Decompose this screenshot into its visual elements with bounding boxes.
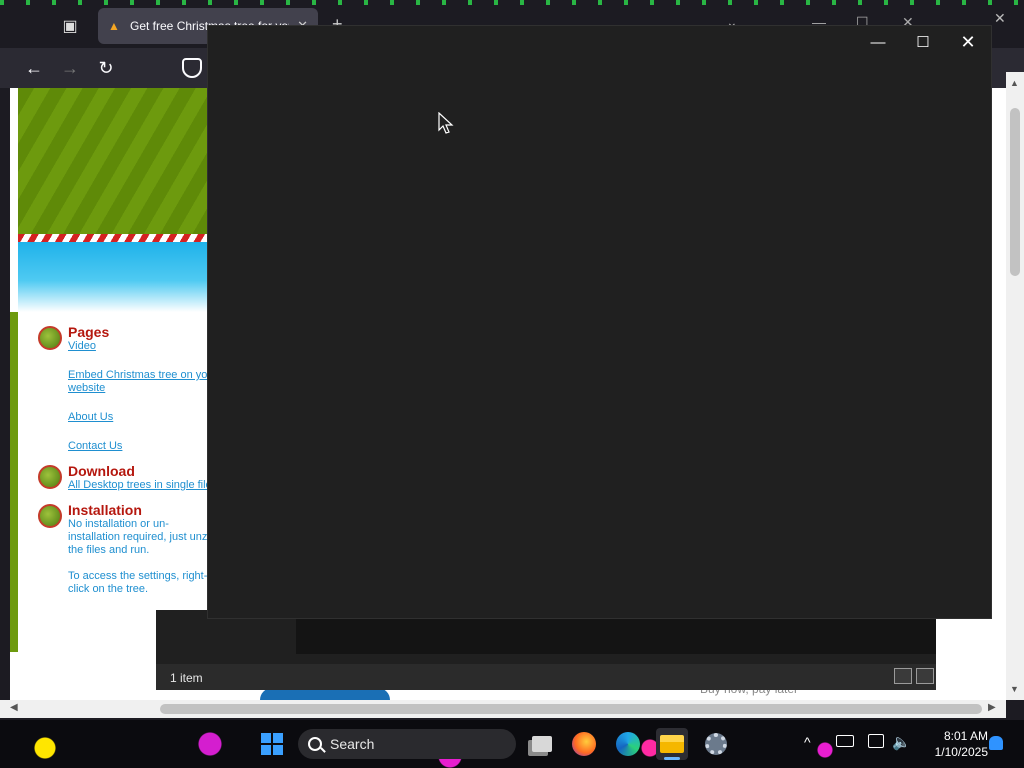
close-icon[interactable]: ✕ — [948, 30, 988, 54]
network-icon[interactable] — [868, 734, 884, 748]
reload-icon[interactable]: ↻ — [94, 56, 118, 80]
show-hidden-icons-chevron-icon[interactable]: ^ — [804, 734, 811, 750]
scroll-left-icon[interactable]: ◀ — [10, 702, 18, 713]
tab-manager-icon[interactable]: ▣ — [56, 14, 84, 38]
gear-icon — [705, 733, 727, 755]
edge-taskbar-button[interactable] — [612, 728, 644, 760]
green-side-border — [10, 312, 18, 652]
file-explorer-taskbar-button[interactable] — [656, 728, 688, 760]
firefox-taskbar-button[interactable] — [568, 728, 600, 760]
clock-time: 8:01 AM — [943, 729, 988, 743]
pages-heading: Pages — [68, 324, 110, 340]
scroll-down-icon[interactable]: ▼ — [1010, 684, 1019, 694]
back-arrow-icon[interactable]: ← — [22, 56, 46, 80]
folder-icon — [660, 735, 684, 753]
ornament-icon — [38, 326, 62, 350]
active-indicator — [664, 757, 680, 760]
taskbar: Search ^ 🔈 8:01 AM 1/10/2025 — [0, 720, 1024, 768]
about-us-link[interactable]: About Us — [68, 411, 218, 424]
explorer-status-bar: 1 item — [156, 664, 936, 690]
contact-us-link[interactable]: Contact Us — [68, 440, 218, 453]
settings-taskbar-button[interactable] — [700, 728, 732, 760]
page-sidebar: Pages Video Embed Christmas tree on your… — [38, 324, 218, 609]
sidebar-close-icon[interactable]: ✕ — [994, 10, 1006, 27]
sky-banner — [18, 242, 218, 312]
keyboard-icon[interactable] — [836, 735, 854, 747]
file-explorer-window: 1 item — [156, 610, 936, 690]
search-label: Search — [330, 736, 375, 752]
volume-icon[interactable]: 🔈 — [892, 733, 911, 751]
windows-logo-icon — [261, 733, 283, 755]
vertical-scroll-thumb[interactable] — [1010, 108, 1020, 276]
video-link[interactable]: Video — [68, 340, 218, 353]
ornament-icon — [38, 465, 62, 489]
horizontal-scroll-thumb[interactable] — [160, 704, 982, 714]
edge-icon — [616, 732, 640, 756]
settings-text: To access the settings, right-click on t… — [68, 570, 208, 595]
clock-date: 1/10/2025 — [934, 745, 988, 759]
installation-section: Installation No installation or un-insta… — [38, 502, 218, 596]
scroll-right-icon[interactable]: ▶ — [988, 702, 996, 713]
notification-bell-icon[interactable] — [989, 736, 1003, 750]
candy-stripe-divider — [18, 234, 218, 242]
start-button[interactable] — [256, 728, 288, 760]
vertical-scrollbar[interactable]: ▲ ▼ — [1006, 72, 1024, 700]
scroll-up-icon[interactable]: ▲ — [1010, 78, 1019, 88]
tree-favicon-icon: ▲ — [108, 19, 120, 33]
taskbar-search[interactable]: Search — [298, 729, 516, 759]
details-view-icon[interactable] — [894, 668, 912, 684]
green-header-banner — [18, 88, 218, 236]
mouse-cursor-icon — [438, 112, 454, 134]
large-icons-view-icon[interactable] — [916, 668, 934, 684]
ornament-icon — [38, 504, 62, 528]
installation-heading: Installation — [68, 502, 142, 518]
desktop-trees-link[interactable]: All Desktop trees in single file — [68, 479, 218, 492]
maximize-icon[interactable]: ☐ — [903, 30, 943, 54]
download-section: Download All Desktop trees in single fil… — [38, 463, 218, 492]
task-view-icon — [532, 736, 552, 752]
firefox-icon — [572, 732, 596, 756]
item-count: 1 item — [170, 671, 203, 685]
embed-tree-link[interactable]: Embed Christmas tree on your website — [68, 369, 218, 395]
tracking-protection-shield-icon[interactable] — [182, 58, 202, 78]
minimize-icon[interactable]: — — [858, 30, 898, 54]
blank-app-window[interactable]: — ☐ ✕ — [208, 26, 991, 618]
installation-text: No installation or un-installation requi… — [68, 518, 216, 556]
pages-section: Pages Video Embed Christmas tree on your… — [38, 324, 218, 453]
download-heading: Download — [68, 463, 135, 479]
system-clock[interactable]: 8:01 AM 1/10/2025 — [918, 728, 988, 760]
horizontal-scrollbar[interactable]: ◀ ▶ — [0, 700, 1006, 718]
forward-arrow-icon[interactable]: → — [58, 56, 82, 80]
search-icon — [308, 737, 322, 751]
christmas-lights-decoration — [0, 0, 1024, 5]
task-view-button[interactable] — [526, 728, 558, 760]
